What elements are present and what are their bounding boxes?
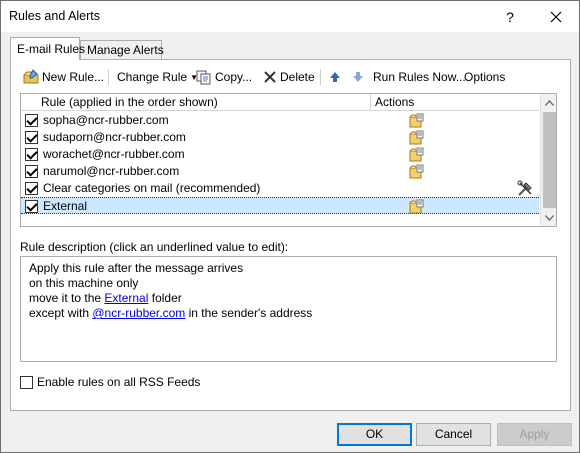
rules-list[interactable]: Rule (applied in the order shown) Action… — [20, 93, 557, 227]
new-rule-icon — [23, 69, 39, 84]
change-rule-label: Change Rule — [117, 70, 188, 84]
description-text: in the sender's address — [185, 306, 313, 320]
rules-list-scrollbar[interactable] — [540, 94, 556, 226]
rss-checkbox[interactable] — [20, 375, 33, 389]
description-line: except with @ncr-rubber.com in the sende… — [29, 306, 548, 321]
delete-icon — [264, 71, 276, 83]
rule-checkbox[interactable] — [25, 182, 38, 195]
apply-button[interactable]: Apply — [497, 423, 572, 446]
rule-description-label: Rule description (click an underlined va… — [20, 240, 289, 254]
rule-description-box: Apply this rule after the message arrive… — [20, 256, 557, 362]
email-rules-panel: New Rule... Change Rule ▼ Copy... Delete… — [10, 59, 571, 411]
close-button[interactable] — [533, 1, 579, 32]
new-rule-label: New Rule... — [42, 70, 105, 84]
rule-label: worachet@ncr-rubber.com — [43, 147, 185, 161]
rules-and-alerts-dialog: Rules and Alerts ? E-mail Rules Manage A… — [0, 0, 580, 453]
copy-button[interactable]: Copy... — [196, 66, 252, 88]
rule-checkbox[interactable] — [25, 148, 38, 161]
rule-label: sopha@ncr-rubber.com — [43, 113, 169, 127]
rules-toolbar: New Rule... Change Rule ▼ Copy... Delete… — [19, 66, 564, 88]
rule-checkbox[interactable] — [25, 114, 38, 127]
description-line: on this machine only — [29, 276, 139, 290]
rule-label: External — [43, 199, 88, 213]
rule-label: narumol@ncr-rubber.com — [43, 164, 180, 178]
description-text: folder — [148, 291, 182, 305]
rule-checkbox[interactable] — [25, 131, 38, 144]
rss-rules-option[interactable]: Enable rules on all RSS Feeds — [20, 375, 200, 389]
scroll-thumb[interactable] — [543, 112, 556, 208]
toolbar-separator — [108, 69, 109, 85]
delete-label: Delete — [280, 70, 315, 84]
options-button[interactable]: Options — [464, 66, 505, 88]
run-rules-now-label: Run Rules Now... — [373, 70, 466, 84]
cancel-button[interactable]: Cancel — [416, 423, 491, 446]
options-label: Options — [464, 70, 506, 84]
rule-row[interactable]: sudaporn@ncr-rubber.com — [21, 129, 539, 146]
chevron-down-icon — [545, 214, 554, 221]
new-rule-button[interactable]: New Rule... — [23, 66, 104, 88]
description-line: Apply this rule after the message arrive… — [29, 261, 244, 275]
ok-button[interactable]: OK — [337, 423, 412, 446]
copy-label: Copy... — [215, 70, 253, 84]
move-down-button[interactable] — [352, 66, 364, 88]
description-text: move it to the — [29, 291, 105, 305]
rule-checkbox[interactable] — [25, 200, 38, 213]
copy-icon — [196, 70, 211, 85]
scroll-up-button[interactable] — [541, 94, 556, 111]
change-rule-button[interactable]: Change Rule ▼ — [117, 66, 198, 88]
rss-label: Enable rules on all RSS Feeds — [37, 375, 201, 389]
title-bar: Rules and Alerts ? — [1, 1, 579, 32]
rule-column-header[interactable]: Rule (applied in the order shown) — [41, 94, 371, 111]
rule-label: Clear categories on mail (recommended) — [43, 181, 261, 195]
tab-email-rules[interactable]: E-mail Rules — [10, 37, 85, 60]
actions-column-header[interactable]: Actions — [373, 94, 539, 111]
description-line: move it to the External folder — [29, 291, 548, 306]
tab-manage-alerts[interactable]: Manage Alerts — [80, 40, 164, 60]
window-title: Rules and Alerts — [9, 9, 101, 23]
delete-button[interactable]: Delete — [263, 66, 315, 88]
folder-icon — [409, 199, 425, 217]
description-text: except with — [29, 306, 93, 320]
folder-link[interactable]: External — [104, 291, 148, 305]
rule-row[interactable]: Clear categories on mail (recommended) — [21, 180, 539, 197]
run-rules-now-button[interactable]: Run Rules Now... — [373, 66, 466, 88]
rule-checkbox[interactable] — [25, 165, 38, 178]
rule-row[interactable]: worachet@ncr-rubber.com — [21, 146, 539, 163]
rule-row[interactable]: sopha@ncr-rubber.com — [21, 112, 539, 129]
arrow-down-icon — [353, 72, 363, 82]
chevron-up-icon — [545, 99, 554, 106]
toolbar-separator — [320, 69, 321, 85]
scroll-down-button[interactable] — [541, 209, 556, 226]
rule-label: sudaporn@ncr-rubber.com — [43, 130, 186, 144]
rule-row[interactable]: narumol@ncr-rubber.com — [21, 163, 539, 180]
arrow-up-icon — [330, 72, 340, 82]
address-link[interactable]: @ncr-rubber.com — [92, 306, 185, 320]
close-icon — [550, 11, 562, 22]
help-button[interactable]: ? — [487, 1, 533, 32]
rule-row-selected[interactable]: External — [21, 197, 539, 214]
move-up-button[interactable] — [329, 66, 341, 88]
rules-list-header: Rule (applied in the order shown) Action… — [21, 94, 539, 111]
